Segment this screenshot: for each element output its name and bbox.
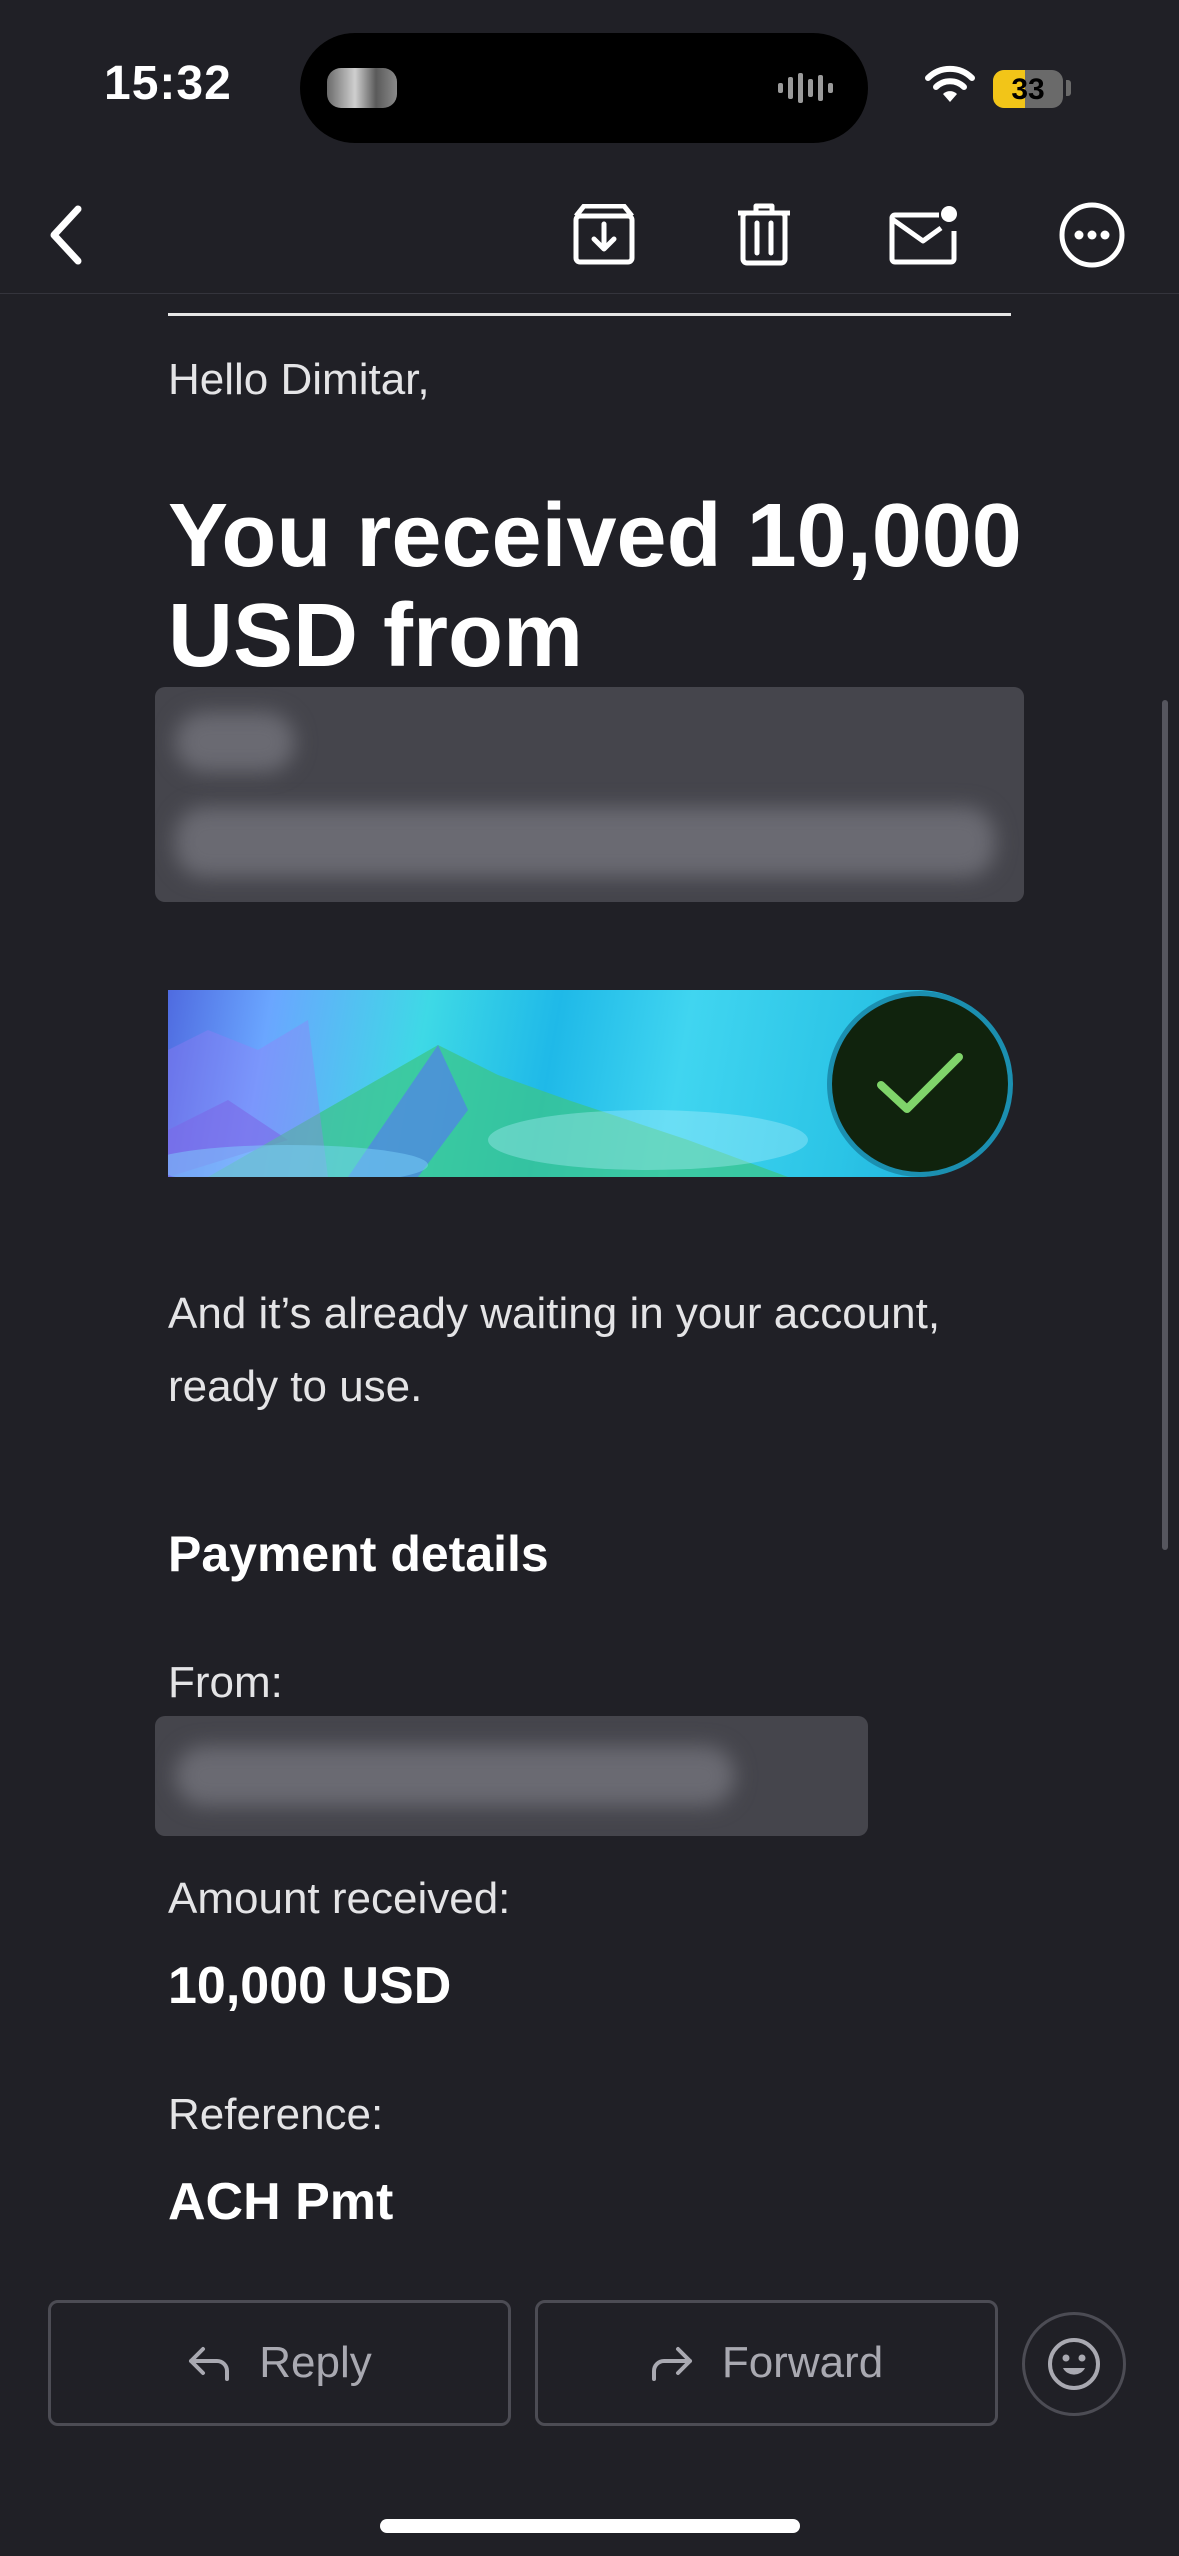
smiley-icon bbox=[1048, 2338, 1100, 2390]
message-toolbar bbox=[0, 175, 1179, 294]
archive-button[interactable] bbox=[562, 193, 646, 277]
battery-icon: 33 bbox=[993, 70, 1063, 108]
battery-cap bbox=[1066, 80, 1071, 96]
reply-label: Reply bbox=[259, 2338, 372, 2387]
chevron-left-icon bbox=[50, 205, 82, 265]
battery-level: 33 bbox=[1011, 73, 1045, 106]
back-button[interactable] bbox=[24, 193, 108, 277]
reference-value: ACH Pmt bbox=[168, 2173, 394, 2231]
forward-button[interactable]: Forward bbox=[535, 2300, 998, 2426]
forward-label: Forward bbox=[721, 2338, 884, 2387]
payment-details-title: Payment details bbox=[168, 1526, 549, 1582]
email-headline: You received 10,000 USD from bbox=[168, 486, 1022, 686]
divider bbox=[168, 313, 1011, 316]
now-playing-thumbnail bbox=[327, 68, 397, 108]
amount-value: 10,000 USD bbox=[168, 1957, 452, 2015]
status-time: 15:32 bbox=[104, 57, 232, 110]
emoji-reaction-button[interactable] bbox=[1022, 2312, 1126, 2416]
dynamic-island bbox=[300, 33, 868, 143]
amount-label: Amount received: bbox=[168, 1874, 511, 1923]
reply-button[interactable]: Reply bbox=[48, 2300, 511, 2426]
forward-icon bbox=[651, 2347, 692, 2381]
wifi-icon bbox=[925, 65, 975, 102]
from-label: From: bbox=[168, 1658, 283, 1707]
email-body: And it’s already waiting in your account… bbox=[168, 1289, 941, 1411]
mark-unread-button[interactable] bbox=[882, 193, 966, 277]
checkmark-icon bbox=[877, 1053, 963, 1113]
scrollbar[interactable] bbox=[1162, 700, 1168, 1550]
reference-label: Reference: bbox=[168, 2090, 384, 2139]
archive-icon bbox=[573, 204, 635, 265]
success-check-badge bbox=[832, 996, 1008, 1172]
mail-unread-icon bbox=[889, 206, 957, 265]
delete-button[interactable] bbox=[722, 193, 806, 277]
trash-icon bbox=[738, 203, 790, 266]
reply-icon bbox=[189, 2347, 230, 2381]
home-indicator[interactable] bbox=[380, 2519, 800, 2533]
more-icon bbox=[1059, 202, 1125, 268]
greeting: Hello Dimitar, bbox=[168, 355, 430, 404]
more-button[interactable] bbox=[1050, 193, 1134, 277]
redacted-sender-name bbox=[155, 687, 1024, 902]
redacted-from-value bbox=[155, 1716, 868, 1836]
audio-wave-icon bbox=[778, 73, 833, 103]
